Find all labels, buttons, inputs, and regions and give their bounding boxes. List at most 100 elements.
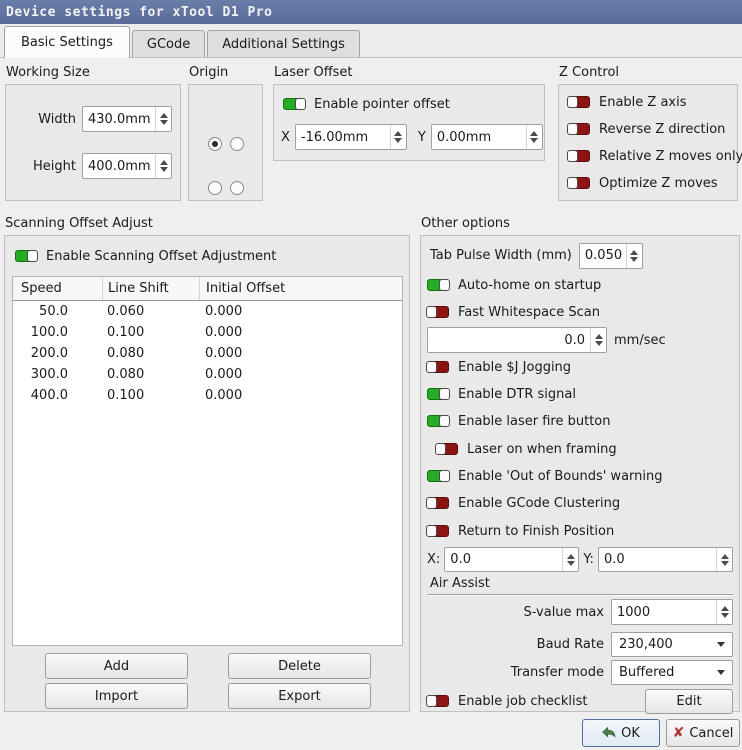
- air-assist-section: Air Assist: [427, 576, 733, 596]
- air-assist-divider: [427, 594, 733, 596]
- framing-toggle[interactable]: [435, 443, 458, 455]
- origin-radio-bottom-right[interactable]: [229, 181, 244, 195]
- up-arrow-icon[interactable]: [394, 131, 403, 136]
- speed-unit-label: mm/sec: [614, 332, 666, 348]
- fast-whitespace-label: Fast Whitespace Scan: [458, 304, 600, 320]
- down-arrow-icon[interactable]: [530, 138, 539, 143]
- down-arrow-icon[interactable]: [594, 341, 603, 346]
- table-row[interactable]: 200.0 0.080 0.000: [13, 343, 402, 364]
- fast-whitespace-toggle[interactable]: [426, 306, 449, 318]
- finish-y-spinner-arrows[interactable]: [716, 548, 732, 571]
- delete-button[interactable]: Delete: [228, 653, 371, 679]
- finish-x-spinner-arrows[interactable]: [562, 548, 578, 571]
- column-header-line-shift[interactable]: Line Shift: [102, 277, 199, 300]
- x-spinner-arrows[interactable]: [389, 125, 406, 149]
- export-button[interactable]: Export: [228, 683, 371, 709]
- laser-offset-y-input[interactable]: 0.00mm: [430, 124, 543, 150]
- down-arrow-icon[interactable]: [630, 256, 639, 262]
- relative-z-toggle[interactable]: [567, 150, 590, 162]
- laser-offset-y-label: Y: [417, 129, 426, 145]
- scanning-enable-toggle[interactable]: [15, 250, 38, 262]
- enable-z-axis-toggle[interactable]: [567, 96, 590, 108]
- tab-pulse-label: Tab Pulse Width (mm): [430, 248, 572, 263]
- reverse-z-toggle[interactable]: [567, 123, 590, 135]
- scanning-offset-table[interactable]: Speed Line Shift Initial Offset 50.0 0.0…: [12, 276, 403, 646]
- origin-radio-top-left[interactable]: [207, 137, 222, 151]
- job-checklist-toggle[interactable]: [426, 695, 449, 707]
- ok-arrow-icon: [602, 726, 616, 738]
- toggle-knob: [27, 250, 38, 262]
- column-header-speed[interactable]: Speed: [13, 281, 102, 296]
- up-arrow-icon[interactable]: [720, 606, 729, 611]
- s-value-row: S-value max 1000: [427, 599, 733, 625]
- height-spinner-arrows[interactable]: [155, 154, 171, 178]
- down-arrow-icon[interactable]: [159, 167, 168, 172]
- tab-pulse-input[interactable]: 0.050: [578, 242, 643, 269]
- clustering-row: Enable GCode Clustering: [426, 493, 733, 513]
- up-arrow-icon[interactable]: [630, 249, 639, 255]
- down-arrow-icon[interactable]: [394, 138, 403, 143]
- up-arrow-icon[interactable]: [594, 334, 603, 339]
- dtr-toggle[interactable]: [427, 388, 450, 400]
- transfer-mode-dropdown[interactable]: Buffered: [611, 660, 733, 685]
- edit-button[interactable]: Edit: [645, 688, 733, 714]
- height-input[interactable]: 400.0mm: [82, 153, 172, 179]
- column-header-initial-offset[interactable]: Initial Offset: [199, 277, 402, 300]
- title-bar[interactable]: Device settings for xTool D1 Pro: [0, 0, 742, 24]
- width-input[interactable]: 430.0mm: [82, 106, 172, 132]
- optimize-z-toggle[interactable]: [567, 177, 590, 189]
- down-arrow-icon[interactable]: [720, 560, 729, 566]
- up-arrow-icon[interactable]: [566, 553, 575, 559]
- auto-home-toggle[interactable]: [427, 279, 450, 291]
- up-arrow-icon[interactable]: [720, 553, 729, 559]
- baud-rate-label: Baud Rate: [536, 637, 604, 652]
- down-arrow-icon[interactable]: [566, 560, 575, 566]
- up-arrow-icon[interactable]: [530, 131, 539, 136]
- origin-radio-top-right[interactable]: [229, 137, 244, 151]
- speed-spinner-arrows[interactable]: [590, 328, 606, 352]
- origin-title: Origin: [189, 65, 229, 80]
- laser-offset-x-input[interactable]: -16.00mm: [294, 124, 407, 150]
- table-row[interactable]: 300.0 0.080 0.000: [13, 364, 402, 385]
- relative-z-row: Relative Z moves only: [567, 146, 742, 166]
- laser-fire-toggle[interactable]: [427, 415, 450, 427]
- jogging-toggle[interactable]: [426, 361, 449, 373]
- finish-x-input[interactable]: 0.0: [444, 547, 580, 572]
- import-button[interactable]: Import: [45, 683, 188, 709]
- s-value-input[interactable]: 1000: [611, 599, 733, 625]
- out-of-bounds-toggle[interactable]: [427, 470, 450, 482]
- down-arrow-icon[interactable]: [720, 613, 729, 618]
- window-title: Device settings for xTool D1 Pro: [6, 4, 273, 20]
- tab-gcode[interactable]: GCode: [131, 30, 206, 57]
- laser-offset-box: Enable pointer offset X -16.00mm Y 0.00m…: [273, 84, 545, 161]
- table-row[interactable]: 400.0 0.100 0.000: [13, 385, 402, 406]
- working-size-box: Width 430.0mm Height 400.0mm: [5, 84, 181, 201]
- ok-button[interactable]: OK: [582, 719, 660, 747]
- framing-label: Laser on when framing: [467, 441, 617, 457]
- toggle-knob: [426, 497, 437, 509]
- up-arrow-icon[interactable]: [159, 160, 168, 165]
- add-button[interactable]: Add: [45, 653, 188, 679]
- baud-rate-dropdown[interactable]: 230,400: [611, 632, 733, 657]
- enable-z-axis-label: Enable Z axis: [599, 94, 687, 110]
- finish-y-input[interactable]: 0.0: [597, 547, 733, 572]
- down-arrow-icon[interactable]: [159, 120, 168, 125]
- tab-additional-settings[interactable]: Additional Settings: [207, 30, 360, 57]
- y-spinner-arrows[interactable]: [525, 125, 542, 149]
- table-row[interactable]: 100.0 0.100 0.000: [13, 322, 402, 343]
- return-finish-toggle[interactable]: [426, 525, 449, 537]
- width-spinner-arrows[interactable]: [155, 107, 171, 131]
- table-row[interactable]: 50.0 0.060 0.000: [13, 301, 402, 322]
- origin-radio-bottom-left[interactable]: [207, 181, 222, 195]
- tab-pulse-spinner-arrows[interactable]: [625, 243, 642, 268]
- clustering-toggle[interactable]: [426, 497, 449, 509]
- up-arrow-icon[interactable]: [159, 113, 168, 118]
- other-options-title: Other options: [421, 216, 510, 231]
- pointer-offset-toggle[interactable]: [283, 98, 306, 110]
- baud-rate-row: Baud Rate 230,400: [427, 632, 733, 657]
- s-value-spinner-arrows[interactable]: [716, 600, 732, 624]
- height-label: Height: [33, 158, 76, 174]
- tab-basic-settings[interactable]: Basic Settings: [4, 26, 130, 58]
- whitespace-speed-input[interactable]: 0.0: [427, 327, 607, 353]
- cancel-button[interactable]: ✘ Cancel: [666, 719, 740, 747]
